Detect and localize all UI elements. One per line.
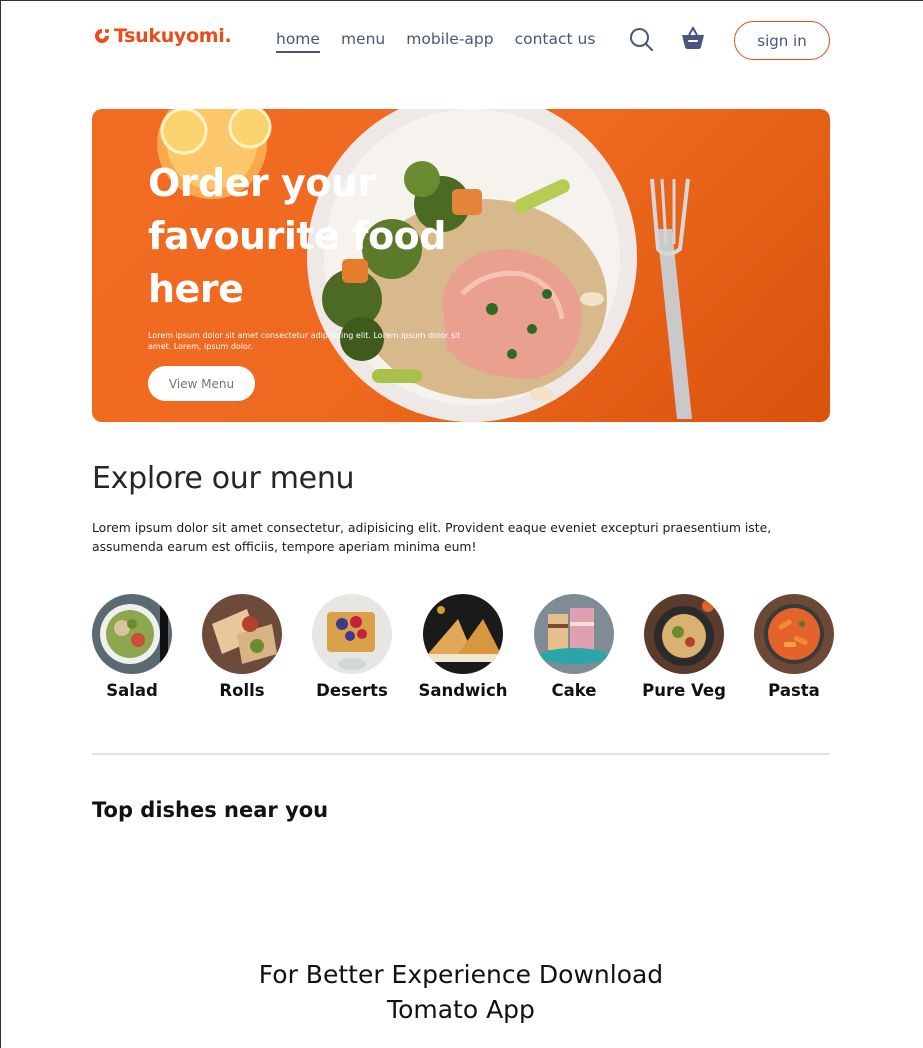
- menu-item-cake[interactable]: Cake: [534, 594, 614, 700]
- nav-link-menu[interactable]: menu: [341, 30, 385, 53]
- menu-item-label: Sandwich: [418, 681, 508, 700]
- search-icon[interactable]: [629, 27, 653, 55]
- basket-icon[interactable]: [681, 25, 705, 54]
- salad-image: [92, 594, 172, 674]
- menu-item-label: Pure Veg: [642, 681, 726, 700]
- hero-banner: Order your favourite food here Lorem ips…: [92, 109, 830, 422]
- top-dishes-title: Top dishes near you: [92, 798, 329, 822]
- hero-text: Order your favourite food here Lorem ips…: [148, 157, 478, 401]
- explore-menu-text: Lorem ipsum dolor sit amet consectetur, …: [92, 520, 772, 554]
- logo[interactable]: Tsukuyomi.: [92, 25, 232, 47]
- menu-item-deserts[interactable]: Deserts: [312, 594, 392, 700]
- menu-item-label: Salad: [106, 681, 158, 700]
- menu-item-label: Rolls: [219, 681, 265, 700]
- menu-item-rolls[interactable]: Rolls: [202, 594, 282, 700]
- menu-item-label: Pasta: [768, 681, 820, 700]
- menu-item-sandwich[interactable]: Sandwich: [418, 594, 508, 700]
- navbar: Tsukuyomi. home menu mobile-app contact …: [92, 21, 830, 61]
- explore-menu-title: Explore our menu: [92, 461, 355, 496]
- pure-veg-image: [644, 594, 724, 674]
- nav-link-mobile-app[interactable]: mobile-app: [406, 30, 493, 53]
- menu-category-list: Salad Rolls Deserts Sandwich Cake Pure V…: [92, 594, 834, 714]
- app-download-heading: For Better Experience Download Tomato Ap…: [161, 957, 761, 1027]
- sandwich-image: [423, 594, 503, 674]
- menu-item-salad[interactable]: Salad: [92, 594, 172, 700]
- menu-item-label: Cake: [551, 681, 597, 700]
- rolls-image: [202, 594, 282, 674]
- cake-image: [534, 594, 614, 674]
- nav-links: home menu mobile-app contact us: [276, 30, 595, 53]
- hero-title: Order your favourite food here: [148, 157, 478, 316]
- hero-title-line-3: here: [148, 267, 244, 311]
- sign-in-button[interactable]: sign in: [734, 21, 830, 60]
- pasta-image: [754, 594, 834, 674]
- app-download-line-1: For Better Experience Download: [258, 960, 664, 989]
- nav-link-home[interactable]: home: [276, 30, 320, 53]
- hero-title-line-1: Order your: [148, 161, 376, 205]
- menu-item-pure-veg[interactable]: Pure Veg: [642, 594, 726, 700]
- deserts-image: [312, 594, 392, 674]
- hero-subtitle: Lorem ipsum dolor sit amet consectetur a…: [148, 331, 461, 351]
- view-menu-button[interactable]: View Menu: [148, 366, 255, 401]
- logo-icon: [95, 29, 109, 43]
- section-divider: [92, 753, 830, 755]
- menu-item-label: Deserts: [316, 681, 388, 700]
- nav-link-contact-us[interactable]: contact us: [515, 30, 596, 53]
- logo-text: Tsukuyomi.: [114, 25, 232, 47]
- menu-item-pasta[interactable]: Pasta: [754, 594, 834, 700]
- app-download-line-2: Tomato App: [387, 995, 535, 1024]
- hero-title-line-2: favourite food: [148, 214, 446, 258]
